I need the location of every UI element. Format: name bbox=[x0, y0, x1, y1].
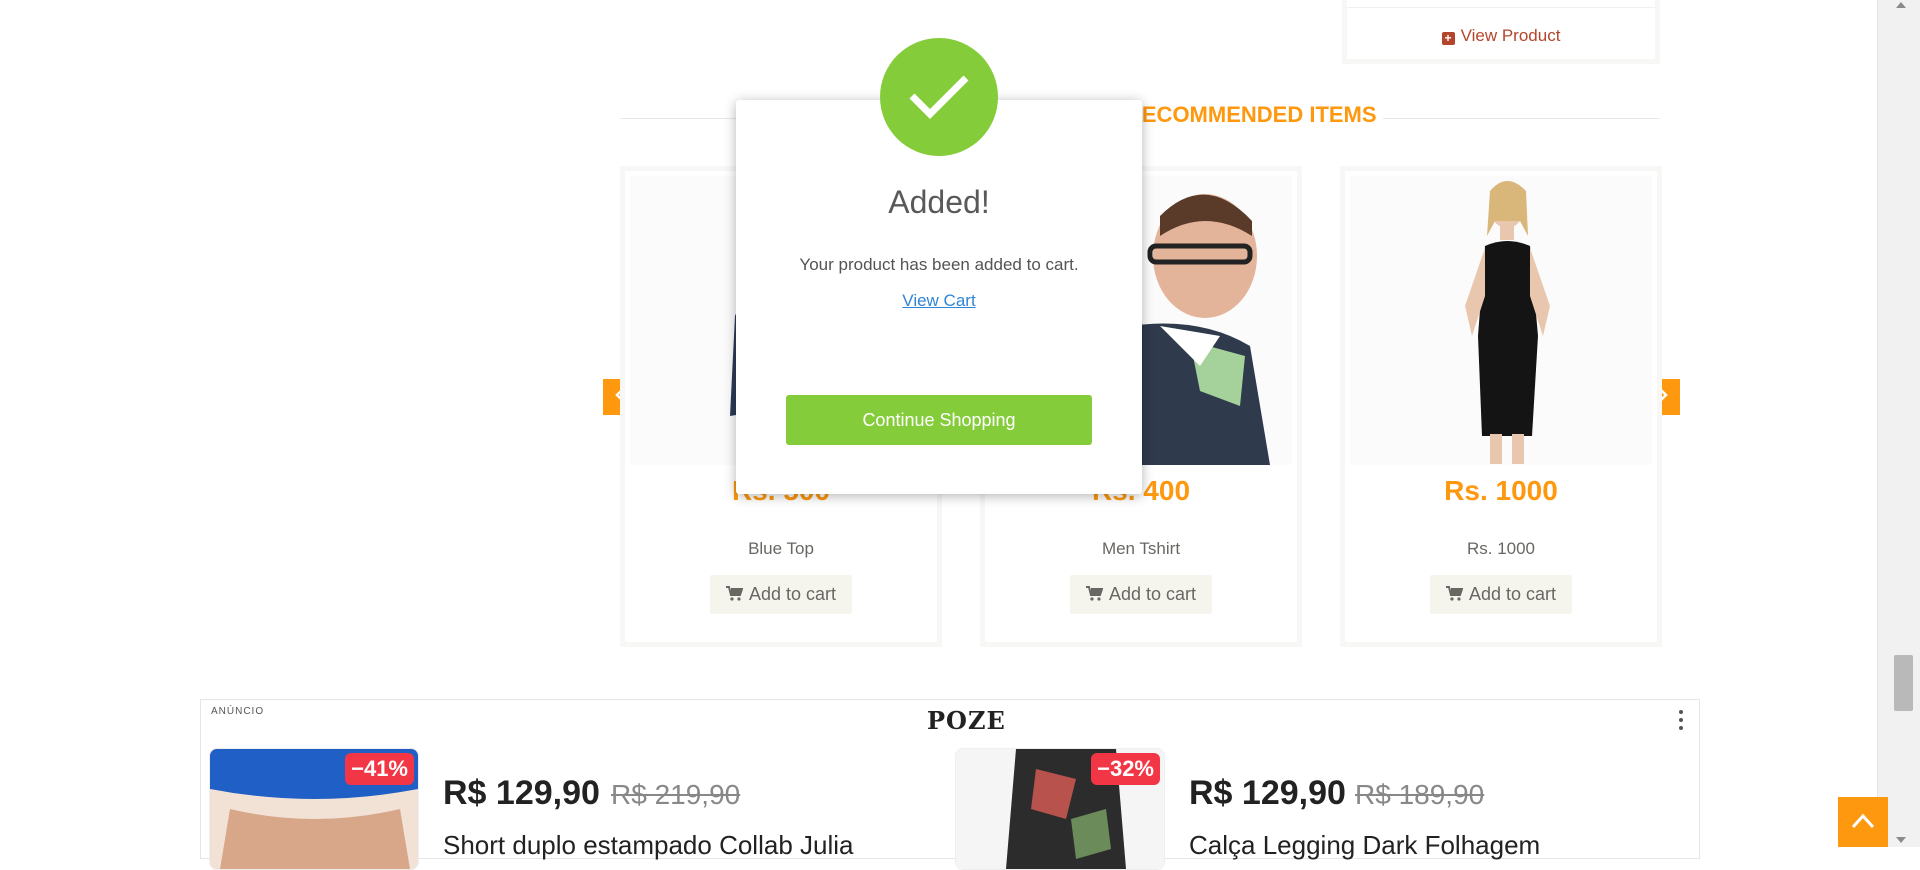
ad-product-image[interactable]: −41% bbox=[209, 748, 419, 870]
advertisement-banner[interactable]: ANÚNCIO POZE −41% R$ 129,90 R$ 219,90 Sh… bbox=[200, 699, 1700, 870]
view-cart-link[interactable]: View Cart bbox=[736, 291, 1142, 311]
product-name: Rs. 1000 bbox=[1466, 539, 1536, 558]
view-product-label: View Product bbox=[1460, 26, 1561, 45]
ad-options-icon[interactable] bbox=[1679, 710, 1683, 734]
discount-badge: −41% bbox=[345, 753, 414, 785]
product-card-previous: + View Product bbox=[1342, 0, 1660, 64]
ad-brand-logo: POZE bbox=[927, 706, 1006, 735]
add-to-cart-label: Add to cart bbox=[1108, 584, 1197, 604]
continue-shopping-button[interactable]: Continue Shopping bbox=[786, 395, 1092, 445]
add-to-cart-button[interactable]: Add to cart bbox=[1069, 575, 1213, 614]
scroll-to-top-button[interactable] bbox=[1838, 797, 1888, 847]
chevron-up-icon bbox=[1851, 813, 1875, 829]
scroll-up-arrow-icon[interactable] bbox=[1896, 2, 1906, 8]
page-scrollbar[interactable] bbox=[1877, 0, 1920, 847]
ad-product-title: Calça Legging Dark Folhagem bbox=[1189, 830, 1541, 860]
add-to-cart-button[interactable]: Add to cart bbox=[709, 575, 853, 614]
shopping-cart-icon bbox=[725, 586, 743, 601]
plus-square-icon: + bbox=[1441, 32, 1455, 45]
modal-title: Added! bbox=[888, 184, 990, 220]
product-price: Rs. 1000 bbox=[1444, 475, 1558, 506]
add-to-cart-label: Add to cart bbox=[748, 584, 837, 604]
scroll-down-arrow-icon[interactable] bbox=[1896, 837, 1906, 843]
ad-label: ANÚNCIO bbox=[211, 706, 265, 717]
modal-message: Your product has been added to cart. bbox=[799, 255, 1079, 274]
scrollbar-thumb[interactable] bbox=[1894, 655, 1913, 711]
add-to-cart-label: Add to cart bbox=[1468, 584, 1557, 604]
shopping-cart-icon bbox=[1445, 586, 1463, 601]
discount-badge: −32% bbox=[1091, 753, 1160, 785]
recommended-items-title: RECOMMENDED ITEMS bbox=[1120, 102, 1383, 128]
success-checkmark-icon bbox=[880, 38, 998, 156]
ad-product-title: Short duplo estampado Collab Julia bbox=[443, 830, 854, 860]
product-card-black-dress: Rs. 1000 Rs. 1000 Add to cart bbox=[1340, 166, 1662, 647]
product-name: Men Tshirt bbox=[1101, 539, 1181, 558]
divider bbox=[1347, 7, 1655, 8]
product-name: Blue Top bbox=[748, 539, 814, 558]
added-to-cart-modal: Added! Your product has been added to ca… bbox=[736, 100, 1142, 494]
ad-product-old-price: R$ 189,90 bbox=[1355, 779, 1485, 810]
view-product-link[interactable]: + View Product bbox=[1347, 26, 1655, 46]
ad-product-old-price: R$ 219,90 bbox=[611, 779, 741, 810]
add-to-cart-button[interactable]: Add to cart bbox=[1429, 575, 1573, 614]
ad-product-image[interactable]: −32% bbox=[955, 748, 1165, 870]
product-image[interactable] bbox=[1350, 176, 1652, 465]
shopping-cart-icon bbox=[1085, 586, 1103, 601]
ad-product-price: R$ 129,90 bbox=[1189, 774, 1346, 812]
ad-product-price: R$ 129,90 bbox=[443, 774, 600, 812]
